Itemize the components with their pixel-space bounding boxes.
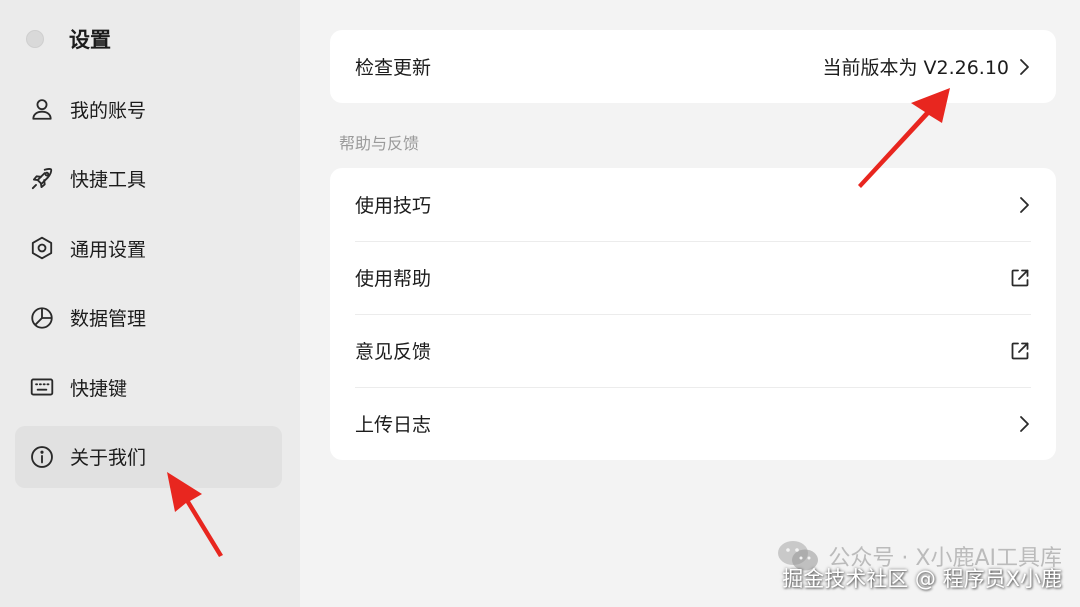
sidebar-nav: 我的账号 快捷工具 通用设置 数据管理 快捷键 关于我们 — [15, 78, 282, 496]
feedback-row[interactable]: 意见反馈 — [330, 314, 1056, 387]
sidebar: 设置 我的账号 快捷工具 通用设置 数据管理 快捷键 关于我们 — [0, 0, 300, 607]
help-section-title: 帮助与反馈 — [339, 134, 420, 153]
upload-log-label: 上传日志 — [355, 414, 432, 436]
sidebar-item-label: 我的账号 — [70, 99, 147, 122]
info-icon — [29, 444, 55, 470]
rocket-icon — [29, 166, 55, 192]
check-update-label: 检查更新 — [355, 57, 432, 79]
sidebar-item-shortcuts[interactable]: 快捷键 — [15, 356, 282, 418]
external-link-icon — [1009, 267, 1031, 289]
user-icon — [29, 96, 55, 122]
sidebar-item-general-settings[interactable]: 通用设置 — [15, 217, 282, 279]
tips-label: 使用技巧 — [355, 195, 432, 217]
pie-chart-icon — [29, 305, 55, 331]
sidebar-item-data-management[interactable]: 数据管理 — [15, 287, 282, 349]
sidebar-item-label: 快捷键 — [70, 377, 128, 400]
sidebar-item-label: 快捷工具 — [70, 169, 147, 192]
feedback-label: 意见反馈 — [355, 341, 432, 363]
sidebar-item-label: 通用设置 — [70, 238, 147, 261]
external-link-icon — [1009, 340, 1031, 362]
chevron-right-icon — [1017, 195, 1031, 215]
current-version-text: 当前版本为 V2.26.10 — [822, 57, 1009, 79]
hexagon-settings-icon — [29, 235, 55, 261]
upload-log-row[interactable]: 上传日志 — [330, 387, 1056, 460]
tips-row[interactable]: 使用技巧 — [330, 168, 1056, 241]
help-label: 使用帮助 — [355, 268, 432, 290]
chevron-right-icon — [1017, 57, 1031, 77]
sidebar-item-my-account[interactable]: 我的账号 — [15, 78, 282, 140]
window-control-dot[interactable] — [26, 30, 44, 48]
chevron-right-icon — [1017, 414, 1031, 434]
sidebar-item-label: 关于我们 — [70, 447, 147, 470]
main-content: 检查更新 当前版本为 V2.26.10 帮助与反馈 使用技巧 使用帮助 意见反馈… — [300, 0, 1080, 607]
sidebar-item-label: 数据管理 — [70, 308, 147, 331]
sidebar-item-quick-tools[interactable]: 快捷工具 — [15, 148, 282, 210]
keyboard-icon — [29, 374, 55, 400]
update-card: 检查更新 当前版本为 V2.26.10 — [330, 30, 1056, 103]
sidebar-title: 设置 — [69, 28, 111, 52]
sidebar-header: 设置 — [26, 24, 111, 54]
sidebar-item-about-us[interactable]: 关于我们 — [15, 425, 282, 488]
help-row[interactable]: 使用帮助 — [330, 241, 1056, 314]
check-update-row[interactable]: 检查更新 当前版本为 V2.26.10 — [330, 30, 1056, 103]
help-card: 使用技巧 使用帮助 意见反馈 上传日志 — [330, 168, 1056, 460]
